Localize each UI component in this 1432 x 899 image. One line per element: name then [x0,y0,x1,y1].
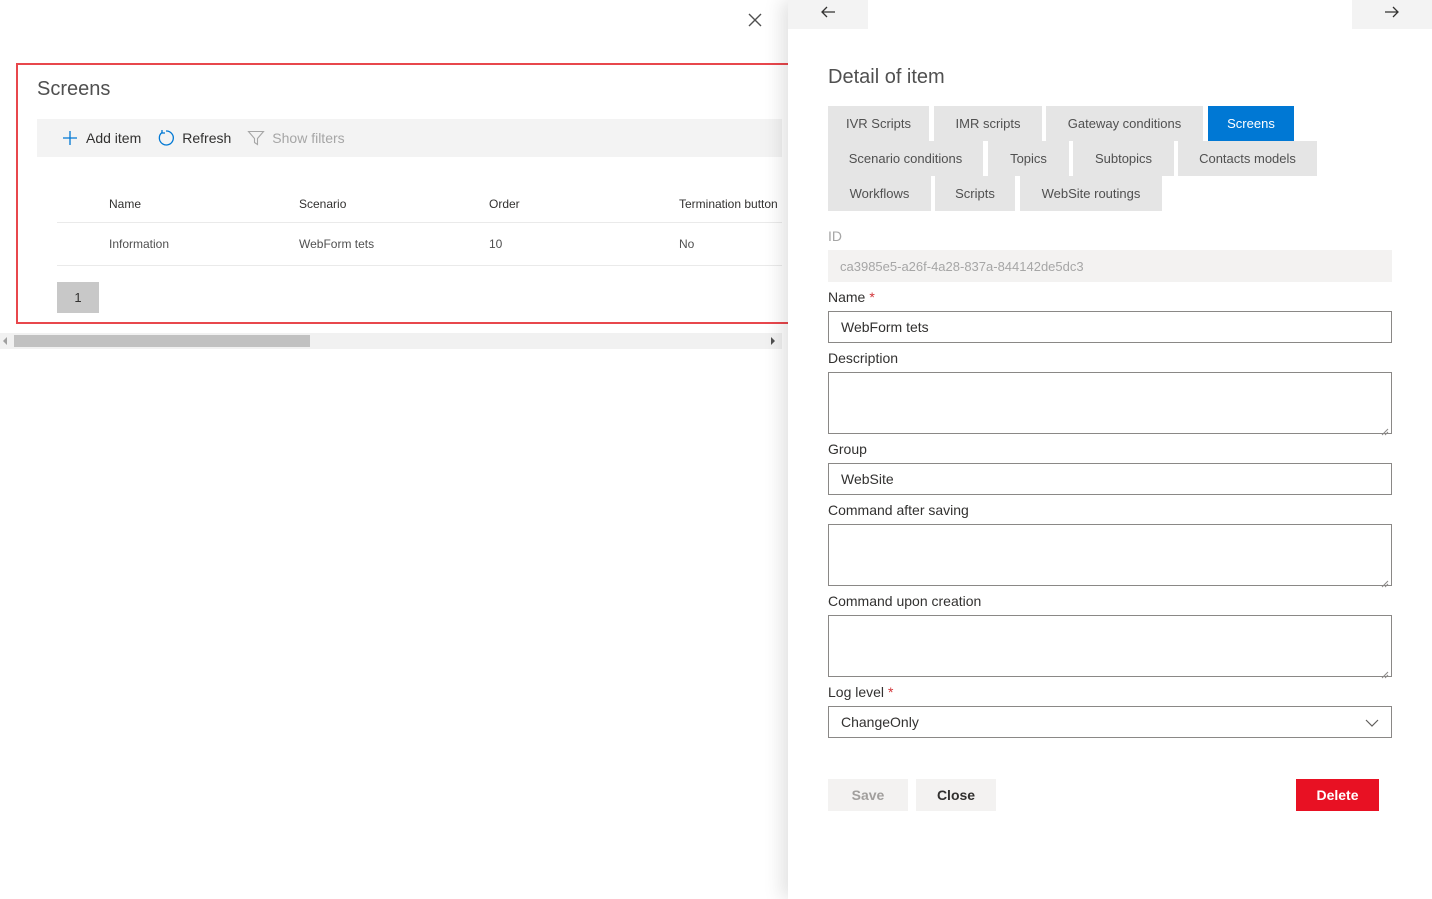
name-label-text: Name [828,289,866,305]
list-title: Screens [37,78,111,100]
name-field[interactable]: WebForm tets [828,311,1392,343]
group-field[interactable]: WebSite [828,463,1392,495]
resize-grip-icon[interactable] [1381,423,1389,436]
cell-name: Information [109,237,170,251]
command-bar: Add item Refresh Show filters [37,119,782,157]
resize-grip-icon[interactable] [1381,575,1389,588]
tab-workflows[interactable]: Workflows [828,176,931,211]
resize-grip-icon[interactable] [1381,666,1389,679]
cell-scenario: WebForm tets [299,237,375,251]
command-after-saving-field[interactable] [828,524,1392,588]
arrow-right-icon [1384,5,1400,24]
command-upon-creation-label: Command upon creation [828,593,982,609]
detail-pane: Detail of item IVR Scripts IMR scripts G… [788,0,1432,899]
previous-item-button[interactable] [788,0,868,29]
description-label: Description [828,350,899,366]
page-button-1[interactable]: 1 [57,282,99,313]
filter-icon [247,129,265,147]
scroll-left-icon[interactable] [3,337,7,345]
scroll-right-icon[interactable] [771,337,775,345]
cell-order: 10 [489,237,503,251]
delete-button[interactable]: Delete [1296,779,1379,811]
column-header-scenario[interactable]: Scenario [299,197,489,211]
command-upon-creation-field[interactable] [828,615,1392,679]
screens-table: Name Scenario Order Termination button I… [57,186,782,266]
refresh-button[interactable]: Refresh [157,129,231,147]
tab-contacts-models[interactable]: Contacts models [1178,141,1317,176]
required-mark: * [869,289,875,305]
group-label: Group [828,441,867,457]
name-label: Name * [828,289,875,305]
plus-icon [61,129,79,147]
close-button[interactable]: Close [916,779,996,811]
column-header-termination-button[interactable]: Termination button [679,197,782,211]
tab-gateway-conditions[interactable]: Gateway conditions [1046,106,1203,141]
show-filters-label: Show filters [272,130,345,146]
add-item-button[interactable]: Add item [61,129,141,147]
log-level-label: Log level * [828,684,894,700]
arrow-left-icon [820,5,836,24]
horizontal-scrollbar[interactable] [0,333,782,349]
next-item-button[interactable] [1352,0,1432,29]
required-mark: * [888,684,894,700]
tab-ivr-scripts[interactable]: IVR Scripts [828,106,929,141]
show-filters-button[interactable]: Show filters [247,129,345,147]
tab-screens[interactable]: Screens [1208,106,1294,141]
close-icon[interactable] [745,10,765,30]
tab-scenario-conditions[interactable]: Scenario conditions [828,141,983,176]
description-field[interactable] [828,372,1392,436]
id-label: ID [828,228,842,244]
detail-title: Detail of item [828,66,945,88]
column-header-order[interactable]: Order [489,197,679,211]
scrollbar-thumb[interactable] [14,335,310,347]
tab-topics[interactable]: Topics [988,141,1069,176]
tab-scripts[interactable]: Scripts [935,176,1015,211]
refresh-label: Refresh [182,130,232,146]
command-after-saving-label: Command after saving [828,502,969,518]
log-level-value: ChangeOnly [841,714,919,730]
save-button[interactable]: Save [828,779,908,811]
log-level-dropdown[interactable]: ChangeOnly [828,706,1392,738]
chevron-down-icon [1365,716,1379,730]
tab-website-routings[interactable]: WebSite routings [1020,176,1162,211]
table-row[interactable]: Information WebForm tets 10 No [57,223,782,266]
tab-subtopics[interactable]: Subtopics [1073,141,1174,176]
id-field: ca3985e5-a26f-4a28-837a-844142de5dc3 [828,250,1392,282]
tab-imr-scripts[interactable]: IMR scripts [934,106,1042,141]
column-header-name[interactable]: Name [109,197,299,211]
screens-list-pane: Screens Add item Refresh Show filters Na… [0,0,802,899]
cell-termination-button: No [679,237,695,251]
log-level-label-text: Log level [828,684,885,700]
add-item-label: Add item [86,130,142,146]
refresh-icon [157,129,175,147]
table-header: Name Scenario Order Termination button [57,186,782,223]
